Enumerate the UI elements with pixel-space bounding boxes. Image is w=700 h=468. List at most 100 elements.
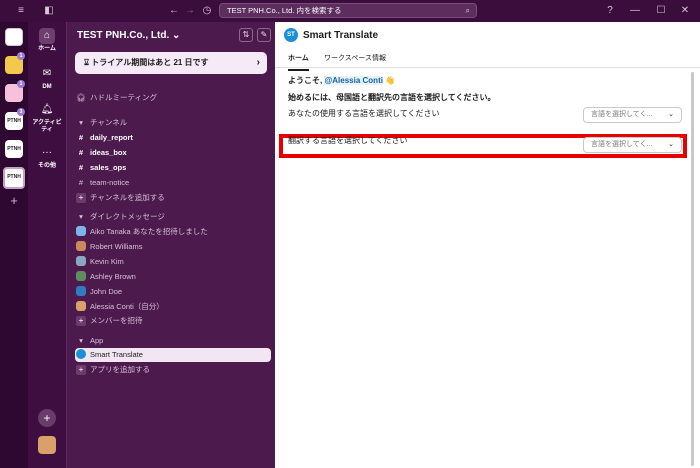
channel-name: ideas_box xyxy=(90,148,127,157)
invite-members-button[interactable]: + メンバーを招待 xyxy=(75,314,271,328)
help-icon[interactable]: ? xyxy=(603,4,617,18)
compose-icon[interactable]: ✎ xyxy=(257,28,271,42)
sidebar-item-smart-translate[interactable]: Smart Translate xyxy=(75,348,271,362)
plus-icon: + xyxy=(76,316,86,326)
user-avatar[interactable] xyxy=(28,436,66,454)
search-icon: ⌕ xyxy=(465,6,470,15)
workspace-5[interactable]: PTNH xyxy=(5,140,23,158)
workspace-6-active[interactable]: PTNH xyxy=(3,167,25,189)
select-placeholder: 言語を選択してく... xyxy=(591,111,653,118)
caret-down-icon: ▾ xyxy=(79,336,83,345)
nav-home[interactable]: ⌂ ホーム xyxy=(28,28,66,53)
target-language-select[interactable]: 言語を選択してく... ⌄ xyxy=(583,137,682,153)
workspace-1[interactable] xyxy=(5,28,23,46)
workspace-rail: 1 1 PTNH 3 PTNH PTNH + xyxy=(0,22,28,468)
app-home-panel: ST Smart Translate ホーム ワークスペース情報 ようこそ, @… xyxy=(275,22,700,468)
app-icon xyxy=(76,349,86,359)
workspace-2[interactable]: 1 xyxy=(5,52,25,74)
sidebar-item-dm[interactable]: Aiko Tanaka あなたを招待しました xyxy=(75,225,271,239)
caret-down-icon: ▾ xyxy=(79,212,83,221)
nav-column: ⌂ ホーム ✉ DM 🔔︎ アクティビティ ··· その他 + xyxy=(28,22,66,468)
hash-icon: # xyxy=(78,178,84,187)
hash-icon: # xyxy=(78,163,84,172)
dm-name: John Doe xyxy=(90,287,123,296)
chevron-right-icon: › xyxy=(256,57,260,68)
app-logo: ST xyxy=(284,28,298,42)
home-icon: ⌂ xyxy=(39,28,55,44)
sidebar-item-dm[interactable]: Ashley Brown xyxy=(75,270,271,284)
dm-name: Kevin Kim xyxy=(90,257,124,266)
nav-home-label: ホーム xyxy=(38,46,56,52)
app-header-label: App xyxy=(90,336,104,345)
nav-dm[interactable]: ✉ DM xyxy=(28,66,66,91)
hash-icon: # xyxy=(78,133,84,142)
sidebar-item-channel[interactable]: # daily_report xyxy=(75,131,271,145)
create-new-button[interactable]: + xyxy=(28,409,66,427)
user-mention[interactable]: @Alessia Conti xyxy=(324,76,383,85)
more-dots-icon: ··· xyxy=(42,147,52,158)
workspace-name[interactable]: TEST PNH.Co., Ltd. ⌄ xyxy=(77,30,180,41)
your-language-label: あなたの使用する言語を選択してください xyxy=(288,109,440,118)
avatar xyxy=(76,271,86,281)
minimize-icon[interactable]: — xyxy=(628,4,642,18)
dm-section-header[interactable]: ▾ ダイレクトメッセージ xyxy=(75,210,271,224)
channel-name: team-notice xyxy=(90,178,130,187)
nav-activity-label: アクティビティ xyxy=(32,120,62,133)
title-bar: ≡ ◧ ← → ◷ TEST PNH.Co., Ltd. 内を検索する ⌕ ? … xyxy=(0,0,700,22)
dm-name: Aiko Tanaka あなたを招待しました xyxy=(90,227,208,236)
welcome-message: ようこそ, @Alessia Conti 👋 xyxy=(288,75,395,86)
add-channel-button[interactable]: + チャンネルを追加する xyxy=(75,191,271,205)
sidebar-item-channel[interactable]: # sales_ops xyxy=(75,161,271,175)
sidebar-item-dm[interactable]: Kevin Kim xyxy=(75,255,271,269)
sidebar-item-channel[interactable]: # team-notice xyxy=(75,176,271,190)
nav-dm-label: DM xyxy=(42,84,52,90)
avatar xyxy=(76,301,86,311)
sidebar-item-dm[interactable]: John Doe xyxy=(75,285,271,299)
channel-sidebar: TEST PNH.Co., Ltd. ⌄ ⇅ ✎ ⌛︎ トライアル期間はあと 2… xyxy=(66,22,275,468)
sidebar-item-dm[interactable]: Alessia Conti（自分） xyxy=(75,300,271,314)
menu-icon[interactable]: ≡ xyxy=(14,4,28,18)
app-section-header[interactable]: ▾ App xyxy=(75,334,271,348)
add-workspace-icon[interactable]: + xyxy=(7,194,21,208)
search-input[interactable]: TEST PNH.Co., Ltd. 内を検索する ⌕ xyxy=(219,3,477,18)
dm-header-label: ダイレクトメッセージ xyxy=(90,212,165,221)
add-app-button[interactable]: + アプリを追加する xyxy=(75,363,271,377)
filter-icon[interactable]: ⇅ xyxy=(239,28,253,42)
history-clock-icon[interactable]: ◷ xyxy=(200,4,214,18)
sidebar-item-huddle[interactable]: 🎧︎ ハドルミーティング xyxy=(75,91,271,105)
nav-more-label: その他 xyxy=(37,163,56,169)
add-channel-label: チャンネルを追加する xyxy=(90,193,165,202)
workspace-3[interactable]: 1 xyxy=(5,80,25,102)
forward-arrow-icon[interactable]: → xyxy=(184,4,196,18)
channels-section-header[interactable]: ▾ チャンネル xyxy=(75,116,271,130)
channel-name: sales_ops xyxy=(90,163,127,172)
maximize-icon[interactable]: ☐ xyxy=(654,4,668,18)
back-arrow-icon[interactable]: ← xyxy=(168,4,180,18)
trial-banner[interactable]: ⌛︎ トライアル期間はあと 21 日です › xyxy=(75,52,267,74)
dm-name: Ashley Brown xyxy=(90,272,136,281)
plus-icon: + xyxy=(38,409,56,427)
nav-more[interactable]: ··· その他 xyxy=(28,145,66,170)
close-icon[interactable]: ✕ xyxy=(678,4,692,18)
app-name: Smart Translate xyxy=(90,350,143,359)
nav-activity[interactable]: 🔔︎ アクティビティ xyxy=(28,102,66,134)
tab-home[interactable]: ホーム xyxy=(288,53,309,71)
workspace-label: PTNH xyxy=(7,174,21,180)
your-language-select[interactable]: 言語を選択してく... ⌄ xyxy=(583,107,682,123)
hash-icon: # xyxy=(78,148,84,157)
trial-text: トライアル期間はあと 21 日です xyxy=(91,58,209,67)
trial-icon: ⌛︎ xyxy=(84,58,90,67)
scrollbar[interactable] xyxy=(691,72,694,466)
sidebar-item-dm[interactable]: Robert Williams xyxy=(75,240,271,254)
chevron-down-icon: ⌄ xyxy=(668,141,674,148)
instruction-text: 始めるには、母国語と翻訳先の言語を選択してください。 xyxy=(288,93,496,102)
sidebar-item-channel[interactable]: # ideas_box xyxy=(75,146,271,160)
workspace-label: PTNH xyxy=(7,146,21,152)
welcome-prefix: ようこそ, xyxy=(288,76,323,85)
sidebar-toggle-icon[interactable]: ◧ xyxy=(42,4,56,18)
channel-name: daily_report xyxy=(90,133,133,142)
bell-icon: 🔔︎ xyxy=(40,104,54,115)
workspace-4[interactable]: PTNH 3 xyxy=(5,108,25,130)
unread-badge: 1 xyxy=(17,52,25,60)
tab-divider xyxy=(275,67,700,68)
